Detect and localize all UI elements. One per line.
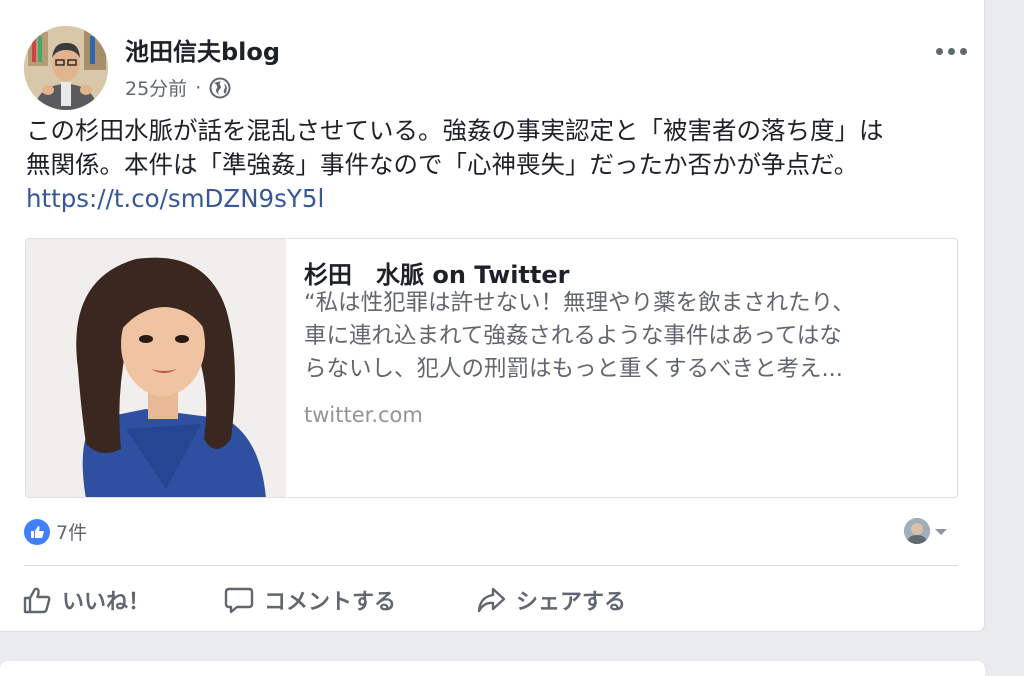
facebook-post: 池田信夫blog 25分前 · この杉田水脈が話を混乱させている。強姦の事実認定… (0, 0, 985, 632)
more-horizontal-icon (935, 47, 943, 55)
post-meta: 25分前 · (125, 74, 231, 101)
post-link[interactable]: https://t.co/smDZN9sY5l (26, 182, 966, 216)
thumbs-up-icon (24, 518, 50, 545)
link-preview-description: “私は性犯罪は許せない！無理やり薬を飲まされたり、 車に連れ込まれて強姦されるよ… (304, 287, 944, 386)
author-avatar[interactable] (24, 26, 108, 110)
more-options-button[interactable] (928, 36, 974, 66)
post-text-line: 無関係。本件は「準強姦」事件なので「心神喪失」だったか否かが争点だ。 (26, 150, 859, 179)
reaction-summary[interactable]: 7件 (24, 518, 87, 545)
link-preview-card[interactable]: 杉田 水脈 on Twitter “私は性犯罪は許せない！無理やり薬を飲まされた… (25, 238, 958, 498)
post-action-bar: いいね！ コメントする シェアする (0, 566, 985, 632)
link-desc-line: 車に連れ込まれて強姦されるような事件はあってはな (304, 323, 842, 349)
post-timestamp[interactable]: 25分前 (125, 74, 187, 101)
like-label: いいね！ (62, 590, 151, 615)
like-icon (23, 587, 51, 614)
viewer-avatar (904, 518, 930, 544)
globe-icon[interactable] (209, 77, 231, 99)
link-desc-line: “私は性犯罪は許せない！無理やり薬を飲まされたり、 (304, 290, 855, 316)
post-text-line: この杉田水脈が話を混乱させている。強姦の事実認定と「被害者の落ち度」は (26, 116, 884, 145)
link-preview-image[interactable] (26, 239, 286, 497)
meta-separator: · (195, 76, 202, 99)
post-body: この杉田水脈が話を混乱させている。強姦の事実認定と「被害者の落ち度」は 無関係。… (26, 114, 966, 216)
comment-icon (224, 587, 254, 614)
share-label: シェアする (516, 590, 627, 615)
share-button[interactable]: シェアする (476, 584, 626, 616)
next-post-card (0, 661, 985, 676)
post-as-selector[interactable] (904, 518, 948, 544)
share-icon (477, 587, 506, 613)
link-desc-line: らないし、犯人の刑罰はもっと重くするべきと考え... (304, 356, 843, 382)
author-name[interactable]: 池田信夫blog (125, 32, 280, 67)
link-preview-title[interactable]: 杉田 水脈 on Twitter (304, 255, 569, 290)
reaction-count[interactable]: 7件 (56, 518, 87, 545)
like-button[interactable]: いいね！ (22, 584, 150, 616)
link-preview-domain: twitter.com (304, 403, 423, 427)
comment-label: コメントする (264, 590, 397, 615)
comment-button[interactable]: コメントする (224, 584, 396, 616)
chevron-down-icon (934, 522, 948, 541)
